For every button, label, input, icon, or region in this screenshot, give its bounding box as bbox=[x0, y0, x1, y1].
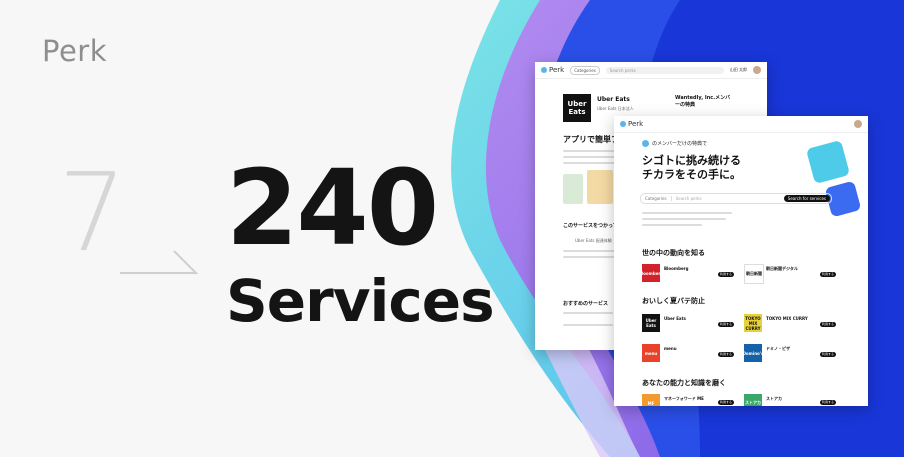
hero-badge: のメンバーだけの特典で bbox=[642, 140, 707, 147]
service-name[interactable]: TOKYO MIX CURRY bbox=[766, 316, 808, 321]
use-button[interactable]: 利用する bbox=[820, 400, 836, 405]
dominos-logo[interactable]: Domino's bbox=[743, 344, 763, 362]
asahi-logo[interactable]: 朝日新聞 bbox=[744, 264, 764, 284]
service-name[interactable]: Uber Eats bbox=[664, 316, 686, 321]
section-title: あなたの能力と知識を磨く bbox=[642, 379, 726, 387]
perk-mark-icon bbox=[541, 67, 547, 73]
hero-badge-text: のメンバーだけの特典で bbox=[652, 141, 708, 147]
hero-title-line2: チカラをその手に。 bbox=[642, 168, 741, 181]
back-related-item[interactable]: Uber Eats 配達体験 bbox=[575, 238, 612, 244]
use-button[interactable]: 利用する bbox=[718, 322, 734, 327]
perk-mark-icon bbox=[642, 140, 649, 147]
use-button[interactable]: 利用する bbox=[718, 352, 734, 357]
back-topbar: Perk Categories Search perks 山田 太郎 bbox=[535, 62, 767, 79]
promo-banner: Perk 7 240 Services Perk Categories Sear… bbox=[0, 0, 904, 457]
moneyforward-logo[interactable]: MF bbox=[642, 394, 660, 406]
use-button[interactable]: 利用する bbox=[820, 322, 836, 327]
decorative-tile bbox=[805, 139, 851, 185]
back-service-provider: Uber Eats 日本法人 bbox=[597, 106, 634, 111]
front-search-input[interactable]: Search perks bbox=[672, 196, 784, 201]
uber-eats-logo: Uber Eats bbox=[563, 94, 591, 122]
back-user-name: 山田 太郎 bbox=[729, 67, 747, 72]
services-label: Services bbox=[226, 267, 495, 335]
front-logo-text: Perk bbox=[628, 120, 644, 128]
tokyo-mix-curry-logo[interactable]: TOKYO MIX CURRY bbox=[744, 314, 762, 332]
back-side-note: Wantedly, Inc.メンバーの特典 bbox=[675, 95, 731, 108]
service-name[interactable]: 朝日新聞デジタル bbox=[766, 266, 798, 272]
back-search-input[interactable]: Search perks bbox=[605, 66, 724, 74]
front-screenshot: Perk のメンバーだけの特典で シゴトに挑み続ける チカラをその手に。 Cat… bbox=[614, 116, 868, 406]
menu-logo[interactable]: menu bbox=[642, 344, 660, 362]
service-count: 240 bbox=[226, 147, 439, 269]
promo-image bbox=[563, 174, 583, 204]
service-name[interactable]: ストアカ bbox=[766, 396, 782, 402]
front-topbar: Perk bbox=[614, 116, 868, 133]
hero-title: シゴトに挑み続ける チカラをその手に。 bbox=[642, 154, 741, 182]
street-academy-logo[interactable]: ストアカ bbox=[744, 394, 762, 406]
bloomberg-logo[interactable]: Bloomberg bbox=[639, 264, 663, 282]
perk-logo: Perk bbox=[42, 34, 108, 68]
avatar[interactable] bbox=[753, 66, 761, 74]
service-name[interactable]: マネーフォワード ME bbox=[664, 396, 704, 402]
service-name[interactable]: Bloomberg bbox=[664, 266, 689, 271]
uber-eats-logo[interactable]: Uber Eats bbox=[642, 314, 660, 332]
section-title: 世の中の動向を知る bbox=[642, 249, 705, 257]
arrow-icon bbox=[120, 250, 198, 274]
front-search-bar: Categories Search perks Search for servi… bbox=[640, 193, 832, 204]
back-category-pill[interactable]: Categories bbox=[570, 65, 600, 75]
promo-image bbox=[587, 170, 613, 204]
text-line bbox=[563, 312, 613, 314]
use-button[interactable]: 利用する bbox=[718, 400, 734, 405]
search-button[interactable]: Search for services bbox=[783, 195, 830, 202]
text-line bbox=[642, 218, 726, 220]
section-title: おいしく夏バテ防止 bbox=[642, 297, 705, 305]
use-button[interactable]: 利用する bbox=[820, 352, 836, 357]
text-line bbox=[642, 224, 702, 226]
perk-mark-icon bbox=[620, 121, 626, 127]
back-logo: Perk bbox=[541, 66, 564, 74]
use-button[interactable]: 利用する bbox=[820, 272, 836, 277]
use-button[interactable]: 利用する bbox=[718, 272, 734, 277]
text-line bbox=[563, 256, 617, 258]
front-logo: Perk bbox=[620, 120, 643, 128]
back-recommend-title: おすすめのサービス bbox=[563, 301, 609, 307]
service-name[interactable]: ドミノ・ピザ bbox=[766, 346, 790, 352]
category-select[interactable]: Categories bbox=[641, 196, 672, 201]
hero-title-line1: シゴトに挑み続ける bbox=[642, 154, 741, 167]
text-line bbox=[642, 212, 732, 214]
service-name[interactable]: menu bbox=[664, 346, 677, 351]
text-line bbox=[563, 324, 613, 326]
back-service-name: Uber Eats bbox=[597, 96, 630, 103]
back-logo-text: Perk bbox=[549, 66, 565, 74]
avatar[interactable] bbox=[854, 120, 862, 128]
